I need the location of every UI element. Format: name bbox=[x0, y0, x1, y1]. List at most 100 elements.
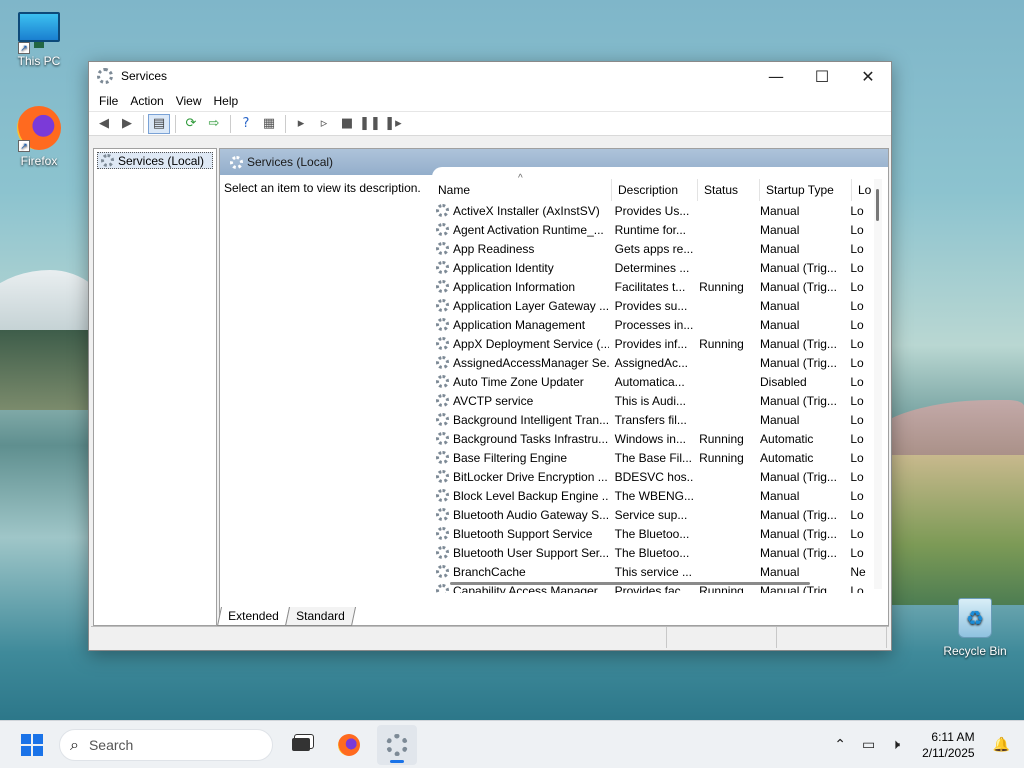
table-row[interactable]: Block Level Backup Engine ... The WBENG..… bbox=[432, 486, 870, 505]
service-log-on-as: Lo bbox=[850, 222, 864, 237]
table-row[interactable]: BitLocker Drive Encryption ... BDESVC hos… bbox=[432, 467, 870, 486]
table-row[interactable]: Application Identity Determines ... Manual… bbox=[432, 258, 870, 277]
column-header-startup-type[interactable]: Startup Type bbox=[760, 179, 852, 201]
help-icon[interactable]: ? bbox=[235, 114, 257, 134]
tab-standard[interactable]: Standard bbox=[284, 607, 356, 626]
taskbar-search-box[interactable]: ⌕ Search bbox=[59, 728, 273, 761]
volume-muted-icon[interactable]: 🕨 bbox=[891, 737, 900, 753]
taskbar-services-button[interactable] bbox=[377, 724, 417, 765]
column-header-description[interactable]: Description bbox=[612, 179, 698, 201]
refresh-icon[interactable]: ⟳ bbox=[180, 114, 202, 134]
service-startup-type: Manual bbox=[760, 564, 800, 579]
horizontal-scrollbar[interactable] bbox=[450, 582, 810, 585]
table-row[interactable]: Base Filtering Engine The Base Fil... Runn… bbox=[432, 448, 870, 467]
title-bar[interactable]: Services — ☐ ✕ bbox=[89, 62, 891, 90]
table-row[interactable]: Agent Activation Runtime_... Runtime for.… bbox=[432, 220, 870, 239]
table-row[interactable]: Bluetooth Audio Gateway S... Service sup.… bbox=[432, 505, 870, 524]
shortcut-arrow-icon: ↗ bbox=[18, 42, 30, 54]
back-arrow-icon[interactable]: ◀ bbox=[93, 114, 115, 134]
column-header-status[interactable]: Status bbox=[698, 179, 760, 201]
start-service-alt-icon[interactable]: ▹ bbox=[313, 114, 335, 134]
recycle-bin-icon: ♻ bbox=[958, 598, 992, 638]
table-row[interactable]: AVCTP service This is Audi... Manual (Trig… bbox=[432, 391, 870, 410]
table-row[interactable]: AppX Deployment Service (... Provides inf… bbox=[432, 334, 870, 353]
notification-bell-icon[interactable]: 🔔 bbox=[993, 737, 1010, 753]
table-row[interactable]: AssignedAccessManager Se... AssignedAc...… bbox=[432, 353, 870, 372]
tree-item-services-local[interactable]: Services (Local) bbox=[97, 152, 213, 169]
menu-file[interactable]: File bbox=[93, 94, 124, 108]
service-log-on-as: Lo bbox=[850, 317, 864, 332]
table-row[interactable]: Auto Time Zone Updater Automatica... Disab… bbox=[432, 372, 870, 391]
service-startup-type: Manual (Trig... bbox=[760, 469, 837, 484]
tab-extended[interactable]: Extended bbox=[216, 607, 290, 626]
service-gear-icon bbox=[436, 280, 449, 293]
table-row[interactable]: Bluetooth Support Service The Bluetoo... M… bbox=[432, 524, 870, 543]
pause-service-icon[interactable]: ❚❚ bbox=[359, 114, 381, 134]
chevron-up-icon[interactable]: ⌃ bbox=[834, 737, 846, 753]
desktop-icon-firefox[interactable]: ↗ Firefox bbox=[4, 106, 74, 168]
minimize-button[interactable]: — bbox=[753, 62, 799, 90]
service-gear-icon bbox=[436, 489, 449, 502]
task-view-button[interactable] bbox=[281, 725, 321, 765]
menu-help[interactable]: Help bbox=[208, 94, 245, 108]
stop-service-icon[interactable]: ■ bbox=[336, 114, 358, 134]
service-name: Background Intelligent Tran... bbox=[453, 412, 609, 427]
forward-arrow-icon[interactable]: ▶ bbox=[116, 114, 138, 134]
service-log-on-as: Lo bbox=[850, 545, 864, 560]
service-name: AppX Deployment Service (... bbox=[453, 336, 609, 351]
search-icon: ⌕ bbox=[70, 734, 79, 754]
table-row[interactable]: App Readiness Gets apps re... Manual Lo bbox=[432, 239, 870, 258]
scroll-thumb[interactable] bbox=[876, 189, 879, 221]
service-description: Runtime for... bbox=[614, 222, 686, 237]
service-description: Automatica... bbox=[614, 374, 685, 389]
menu-action[interactable]: Action bbox=[124, 94, 169, 108]
tab-label: Extended bbox=[228, 609, 279, 623]
desktop-icon-recycle-bin[interactable]: ♻ Recycle Bin bbox=[940, 598, 1010, 658]
service-startup-type: Manual (Trig... bbox=[760, 393, 837, 408]
service-log-on-as: Lo bbox=[850, 450, 864, 465]
service-name-cell: Bluetooth Support Service bbox=[432, 527, 609, 541]
service-name: Application Identity bbox=[453, 260, 554, 275]
start-windows-icon[interactable] bbox=[21, 733, 43, 756]
column-header-name[interactable]: Name bbox=[432, 179, 612, 201]
service-log-on-as: Ne bbox=[850, 564, 866, 579]
services-rows: ActiveX Installer (AxInstSV) Provides Us.… bbox=[432, 201, 870, 593]
table-row[interactable]: ActiveX Installer (AxInstSV) Provides Us.… bbox=[432, 201, 870, 220]
service-name: App Readiness bbox=[453, 241, 535, 256]
service-log-on-as: Lo bbox=[850, 336, 864, 351]
taskbar-firefox-button[interactable] bbox=[329, 725, 369, 765]
close-button[interactable]: ✕ bbox=[845, 62, 891, 90]
table-row[interactable]: Background Intelligent Tran... Transfers … bbox=[432, 410, 870, 429]
window-title: Services bbox=[121, 69, 168, 83]
service-name: BranchCache bbox=[453, 564, 526, 579]
maximize-button[interactable]: ☐ bbox=[799, 62, 845, 90]
show-hide-console-tree-icon[interactable]: ▤ bbox=[148, 113, 170, 134]
service-startup-type: Manual (Trig... bbox=[760, 336, 837, 351]
table-row[interactable]: Application Layer Gateway ... Provides su… bbox=[432, 296, 870, 315]
service-gear-icon bbox=[436, 451, 449, 464]
clock[interactable]: 6:11 AM 2/11/2025 bbox=[922, 729, 975, 761]
service-name-cell: Application Identity bbox=[432, 261, 609, 275]
table-row[interactable]: Application Management Processes in... Man… bbox=[432, 315, 870, 334]
description-pane: Select an item to view its description. bbox=[224, 181, 421, 195]
service-startup-type: Automatic bbox=[760, 450, 814, 465]
properties-pane-icon[interactable]: ▦ bbox=[258, 114, 280, 134]
tab-label: Standard bbox=[295, 609, 345, 623]
service-description: Provides inf... bbox=[614, 336, 688, 351]
service-name-cell: App Readiness bbox=[432, 242, 609, 256]
restart-service-icon[interactable]: ❚▸ bbox=[382, 114, 404, 134]
service-description: The Bluetoo... bbox=[614, 545, 690, 560]
service-log-on-as: Lo bbox=[850, 279, 864, 294]
table-row[interactable]: Application Information Facilitates t... R… bbox=[432, 277, 870, 296]
vertical-scrollbar[interactable] bbox=[874, 179, 882, 589]
table-row[interactable]: Bluetooth User Support Ser... The Bluetoo… bbox=[432, 543, 870, 562]
start-service-icon[interactable]: ▸ bbox=[290, 114, 312, 134]
table-row[interactable]: Background Tasks Infrastru... Windows in.… bbox=[432, 429, 870, 448]
service-gear-icon bbox=[436, 565, 449, 578]
service-name-cell: BranchCache bbox=[432, 565, 609, 579]
desktop-icon-this-pc[interactable]: ↗ This PC bbox=[4, 12, 74, 68]
menu-view[interactable]: View bbox=[170, 94, 208, 108]
table-row[interactable]: BranchCache This service ... Manual Ne bbox=[432, 562, 870, 581]
export-list-icon[interactable]: ⇨ bbox=[203, 114, 225, 134]
network-icon[interactable]: ▭ bbox=[862, 737, 875, 753]
